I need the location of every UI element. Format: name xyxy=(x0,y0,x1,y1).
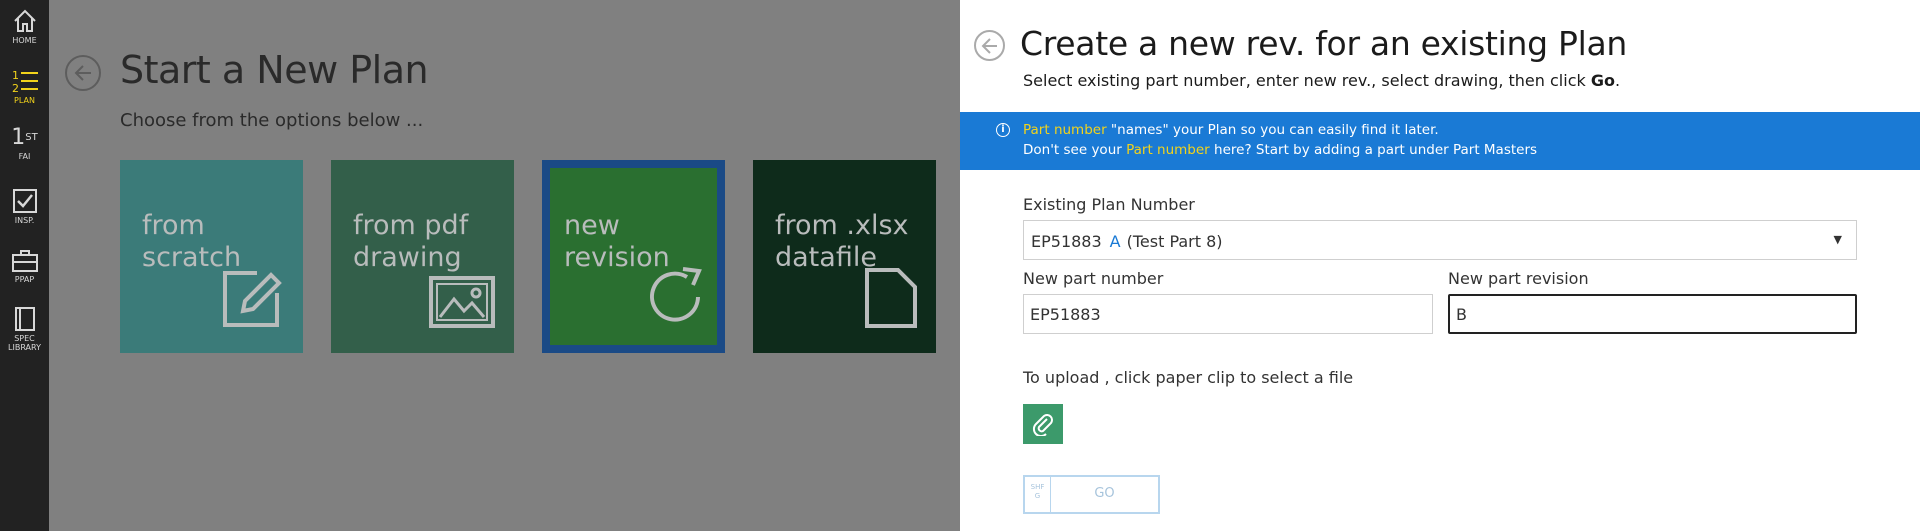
attach-file-button[interactable] xyxy=(1023,404,1063,444)
tile-new-revision[interactable]: new revision xyxy=(542,160,725,353)
numbered-list-icon: 1 2 xyxy=(12,69,38,94)
nav-ppap[interactable]: PPAP xyxy=(0,249,49,284)
nav-label-ppap: PPAP xyxy=(14,275,35,284)
info-line-1: Part number "names" your Plan so you can… xyxy=(1023,122,1439,138)
book-icon xyxy=(14,307,35,331)
panel-back-button[interactable] xyxy=(974,30,1005,61)
tile-from-scratch[interactable]: from scratch xyxy=(120,160,303,353)
new-part-revision-label: New part revision xyxy=(1448,269,1589,288)
go-label: GO xyxy=(1094,486,1115,501)
image-icon xyxy=(429,276,495,328)
panel-subtitle: Select existing part number, enter new r… xyxy=(1023,71,1621,90)
tile-label: from .xlsx datafile xyxy=(775,210,909,273)
briefcase-icon xyxy=(11,250,38,272)
nav-label-home: HOME xyxy=(12,36,37,45)
panel-title: Create a new rev. for an existing Plan xyxy=(1020,24,1628,63)
sidebar: HOME 1 2 PLAN 1ST FAI INSP. PPAP SPEC LI… xyxy=(0,0,49,531)
existing-plan-label: Existing Plan Number xyxy=(1023,195,1195,214)
chevron-down-icon: ▼ xyxy=(1833,233,1842,246)
document-icon xyxy=(865,268,917,328)
go-button[interactable]: SHF G GO xyxy=(1023,475,1160,514)
tile-label: from pdf drawing xyxy=(353,210,469,273)
info-banner: i Part number "names" your Plan so you c… xyxy=(960,112,1920,170)
checkbox-icon xyxy=(12,189,37,213)
go-shortcut-hint: SHF G xyxy=(1025,477,1051,512)
nav-label-fai: FAI xyxy=(18,152,31,161)
existing-desc: (Test Part 8) xyxy=(1126,232,1223,251)
tile-from-xlsx-datafile[interactable]: from .xlsx datafile xyxy=(753,160,936,353)
home-icon xyxy=(13,9,36,32)
nav-spec-library[interactable]: SPEC LIBRARY xyxy=(0,306,49,352)
left-back-button[interactable] xyxy=(65,55,101,91)
existing-rev: A xyxy=(1109,232,1121,251)
edit-icon xyxy=(223,271,282,327)
nav-insp[interactable]: INSP. xyxy=(0,188,49,225)
new-part-revision-input[interactable] xyxy=(1448,294,1857,334)
nav-label-plan: PLAN xyxy=(14,96,35,105)
existing-plan-select[interactable]: EP51883 A (Test Part 8) ▼ xyxy=(1023,220,1857,260)
nav-home[interactable]: HOME xyxy=(0,8,49,45)
svg-text:1: 1 xyxy=(12,69,19,82)
info-line-2: Don't see your Part number here? Start b… xyxy=(1023,142,1538,158)
back-arrow-icon xyxy=(981,37,997,54)
new-revision-panel: Create a new rev. for an existing Plan S… xyxy=(960,0,1920,531)
first-icon: 1ST xyxy=(11,125,38,150)
refresh-icon xyxy=(650,267,702,322)
new-part-number-input[interactable] xyxy=(1023,294,1433,334)
new-part-number-label: New part number xyxy=(1023,269,1164,288)
tile-label: new revision xyxy=(564,210,670,273)
info-icon: i xyxy=(996,123,1010,137)
paperclip-icon xyxy=(1032,414,1053,436)
tile-label: from scratch xyxy=(142,210,242,273)
back-arrow-icon xyxy=(74,65,91,81)
page-title: Start a New Plan xyxy=(120,48,429,92)
nav-label-insp: INSP. xyxy=(14,216,35,225)
upload-instructions: To upload , click paper clip to select a… xyxy=(1023,368,1354,387)
nav-fai[interactable]: 1ST FAI xyxy=(0,125,49,162)
tile-from-pdf-drawing[interactable]: from pdf drawing xyxy=(331,160,514,353)
nav-plan[interactable]: 1 2 PLAN xyxy=(0,68,49,105)
existing-part-number: EP51883 xyxy=(1031,232,1102,251)
svg-text:2: 2 xyxy=(12,82,19,94)
page-subtitle: Choose from the options below ... xyxy=(120,110,424,131)
nav-label-spec-library: SPEC LIBRARY xyxy=(8,334,41,352)
